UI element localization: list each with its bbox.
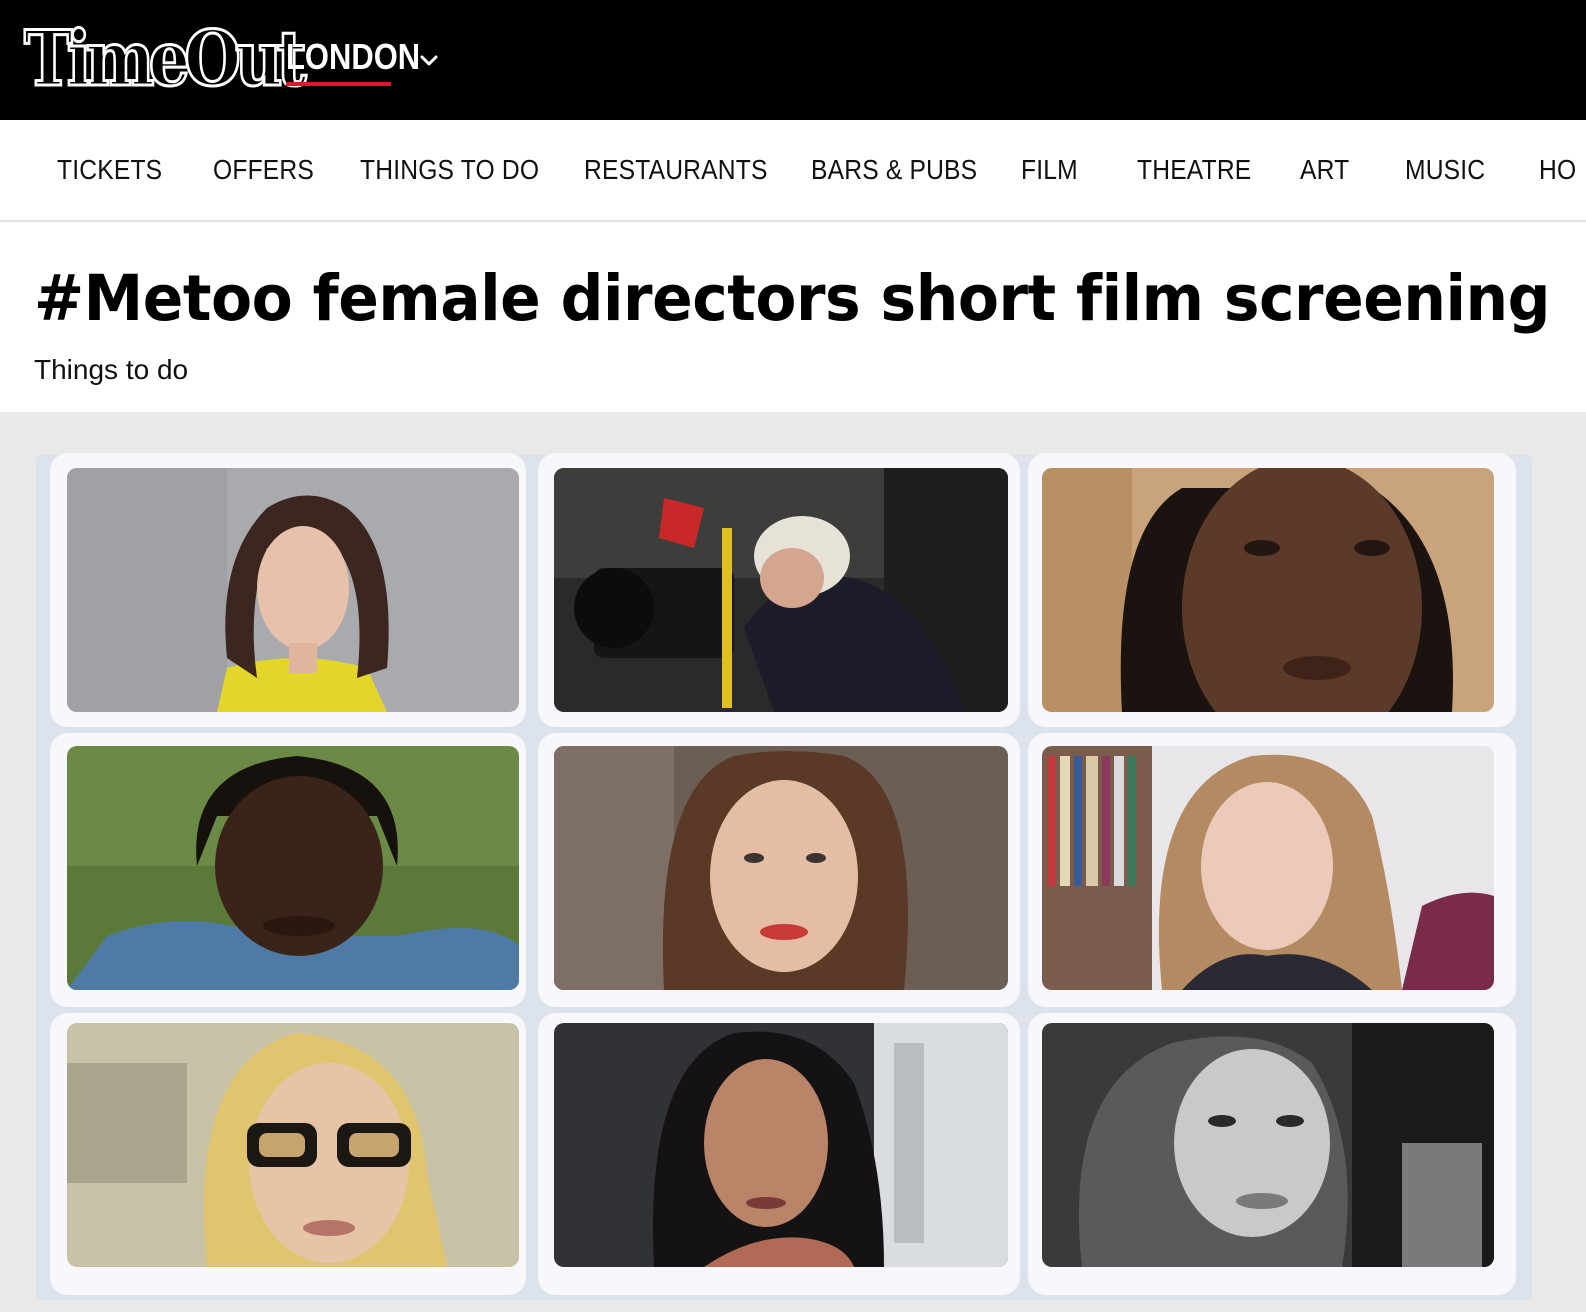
category-label[interactable]: Things to do xyxy=(34,354,188,386)
nav-item-things-to-do[interactable]: THINGS TO DO xyxy=(360,154,539,186)
photo-portrait-5[interactable] xyxy=(554,746,1008,990)
nav-item-art[interactable]: ART xyxy=(1300,154,1349,186)
nav-item-theatre[interactable]: THEATRE xyxy=(1137,154,1251,186)
photo-portrait-2[interactable] xyxy=(554,468,1008,712)
main-nav: TICKETS OFFERS THINGS TO DO RESTAURANTS … xyxy=(0,120,1586,222)
nav-item-film[interactable]: FILM xyxy=(1021,154,1078,186)
timeout-logo[interactable]: TimeOut xyxy=(23,13,308,105)
photo-portrait-8[interactable] xyxy=(554,1023,1008,1267)
nav-item-restaurants[interactable]: RESTAURANTS xyxy=(584,154,768,186)
site-header: TimeOut LONDON xyxy=(0,0,1586,120)
city-label[interactable]: LONDON xyxy=(286,36,420,86)
photo-portrait-1[interactable] xyxy=(67,468,519,712)
nav-item-offers[interactable]: OFFERS xyxy=(213,154,314,186)
photo-portrait-7[interactable] xyxy=(67,1023,519,1267)
city-selector[interactable]: LONDON xyxy=(286,34,440,88)
nav-item-tickets[interactable]: TICKETS xyxy=(57,154,162,186)
photo-portrait-4[interactable] xyxy=(67,746,519,990)
chevron-down-icon[interactable] xyxy=(418,50,440,72)
photo-collage[interactable] xyxy=(36,453,1532,1300)
nav-item-bars-pubs[interactable]: BARS & PUBS xyxy=(811,154,977,186)
photo-portrait-9[interactable] xyxy=(1042,1023,1494,1267)
page-title: #Metoo female directors short film scree… xyxy=(34,262,1551,335)
photo-portrait-6[interactable] xyxy=(1042,746,1494,990)
nav-item-music[interactable]: MUSIC xyxy=(1405,154,1485,186)
nav-item-ho[interactable]: HO xyxy=(1539,154,1576,186)
photo-portrait-3[interactable] xyxy=(1042,468,1494,712)
